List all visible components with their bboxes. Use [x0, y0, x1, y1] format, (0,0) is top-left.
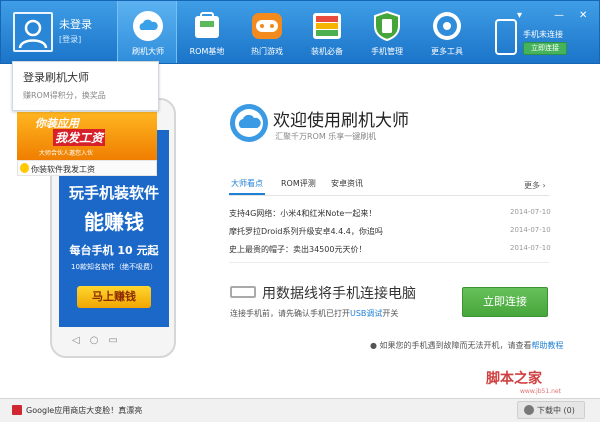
- nav-tab-flash-master[interactable]: 刷机大师: [117, 1, 177, 63]
- news-item[interactable]: 摩托罗拉Droid系列升级安卓4.4.4，你追吗: [229, 226, 383, 237]
- usb-debug-link[interactable]: USB调试: [350, 309, 382, 318]
- promo-banner[interactable]: 你装应用 我发工资 大师合伙人邀您入伙: [17, 112, 157, 160]
- connect-title: 用数据线将手机连接电脑: [262, 286, 416, 302]
- user-name: 未登录: [59, 18, 92, 31]
- watermark-logo: 脚本之家: [486, 371, 542, 387]
- nav-tab-phone-manage[interactable]: 手机管理: [357, 1, 417, 63]
- usb-cable-icon: [230, 286, 256, 298]
- cloud-icon: [133, 11, 163, 41]
- close-icon[interactable]: ✕: [579, 10, 587, 21]
- nav-label: 更多工具: [431, 47, 463, 56]
- nav-tab-essentials[interactable]: 装机必备: [297, 1, 357, 63]
- ad-reward-text: 每台手机 10 元起: [69, 244, 159, 257]
- ad-headline: 玩手机装软件: [68, 184, 159, 202]
- login-popup[interactable]: 登录刷机大师 赚ROM得积分，换奖品: [12, 61, 159, 111]
- tab-divider: [229, 195, 549, 196]
- ad-note: 10款知名软件（绝不吸费）: [71, 263, 157, 271]
- download-count: 下载中 (0): [537, 406, 575, 415]
- earn-now-button[interactable]: 马上赚钱: [77, 286, 151, 308]
- nav-label: 刷机大师: [132, 47, 164, 56]
- more-link[interactable]: 更多 ›: [524, 180, 546, 191]
- news-date: 2014-07-10: [510, 226, 551, 234]
- nav-tab-rom-base[interactable]: ROM基地: [177, 1, 237, 63]
- apps-box-icon: [313, 13, 341, 39]
- info-icon: ●: [370, 341, 380, 350]
- welcome-subtitle: 汇聚千万ROM 乐享一键刷机: [275, 132, 377, 141]
- minimize-icon[interactable]: —: [554, 10, 564, 21]
- phone-nav-icons: ◁ ○ ▭: [72, 335, 118, 346]
- nav-label: 手机管理: [371, 47, 403, 56]
- nav-tab-more-tools[interactable]: 更多工具: [417, 1, 477, 63]
- help-notice: ● 如果您的手机遇到故障而无法开机，请查看帮助教程: [370, 340, 564, 351]
- status-bar: Google应用商店大变脸！真漂亮 下载中 (0): [0, 398, 600, 422]
- phone-connect-status: 手机未连接: [523, 30, 563, 39]
- download-queue-button[interactable]: 下载中 (0): [517, 401, 585, 419]
- promo-text-highlight: 我发工资: [53, 129, 106, 146]
- lightbulb-icon: [20, 163, 29, 173]
- welcome-title: 欢迎使用刷机大师: [273, 111, 409, 131]
- app-logo-icon: [230, 104, 268, 142]
- popup-subtitle: 赚ROM得积分，换奖品: [23, 91, 106, 100]
- news-item[interactable]: 史上最贵的帽子：卖出34500元天价！: [229, 244, 366, 255]
- tab-android-news[interactable]: 安卓资讯: [331, 178, 363, 189]
- gamepad-icon: [252, 13, 282, 39]
- header-connect-button[interactable]: 立即连接: [523, 42, 567, 55]
- section-divider: [229, 262, 549, 263]
- login-link[interactable]: [登录]: [59, 34, 81, 45]
- promo-caption-bar[interactable]: 你装软件我发工资: [17, 160, 157, 176]
- rom-bag-icon: [195, 12, 219, 38]
- help-tutorial-link[interactable]: 帮助教程: [532, 341, 564, 350]
- download-icon: [524, 405, 534, 415]
- dropdown-menu-icon[interactable]: ▾: [517, 10, 522, 21]
- nav-tab-hot-games[interactable]: 热门游戏: [237, 1, 297, 63]
- shield-icon: [374, 10, 400, 42]
- ad-headline-big: 能赚钱: [84, 210, 144, 234]
- avatar[interactable]: [13, 12, 53, 52]
- connect-desc-suffix: 开关: [382, 309, 399, 318]
- nav-label: 热门游戏: [251, 47, 283, 56]
- tab-master-highlights[interactable]: 大师看点: [231, 178, 263, 189]
- promo-subtext: 大师合伙人邀您入伙: [39, 150, 94, 157]
- gift-icon: [12, 405, 22, 415]
- help-text: 如果您的手机遇到故障而无法开机，请查看: [379, 341, 532, 350]
- tools-icon: [433, 12, 461, 40]
- footer-promo-link[interactable]: Google应用商店大变脸！真漂亮: [26, 405, 142, 416]
- popup-title[interactable]: 登录刷机大师: [23, 69, 89, 85]
- phone-status-icon: [495, 19, 517, 55]
- news-item[interactable]: 支持4G网络：小米4和红米Note一起来！: [229, 208, 376, 219]
- promo-caption: 你装软件我发工资: [31, 165, 95, 174]
- connect-desc-prefix: 连接手机前，请先确认手机已打开: [230, 309, 350, 318]
- nav-label: ROM基地: [189, 47, 225, 56]
- connect-now-button[interactable]: 立即连接: [462, 287, 548, 317]
- top-nav-bar: 未登录 [登录] 刷机大师 ROM基地 热门游戏 装机必备 手机管理 更多工具 …: [0, 0, 600, 64]
- nav-label: 装机必备: [311, 47, 343, 56]
- news-date: 2014-07-10: [510, 244, 551, 252]
- news-date: 2014-07-10: [510, 208, 551, 216]
- connect-instructions: 连接手机前，请先确认手机已打开USB调试开关: [230, 308, 398, 319]
- tab-rom-review[interactable]: ROM评测: [281, 178, 316, 189]
- watermark-url: www.jb51.net: [520, 388, 561, 395]
- user-silhouette-icon: [18, 19, 48, 49]
